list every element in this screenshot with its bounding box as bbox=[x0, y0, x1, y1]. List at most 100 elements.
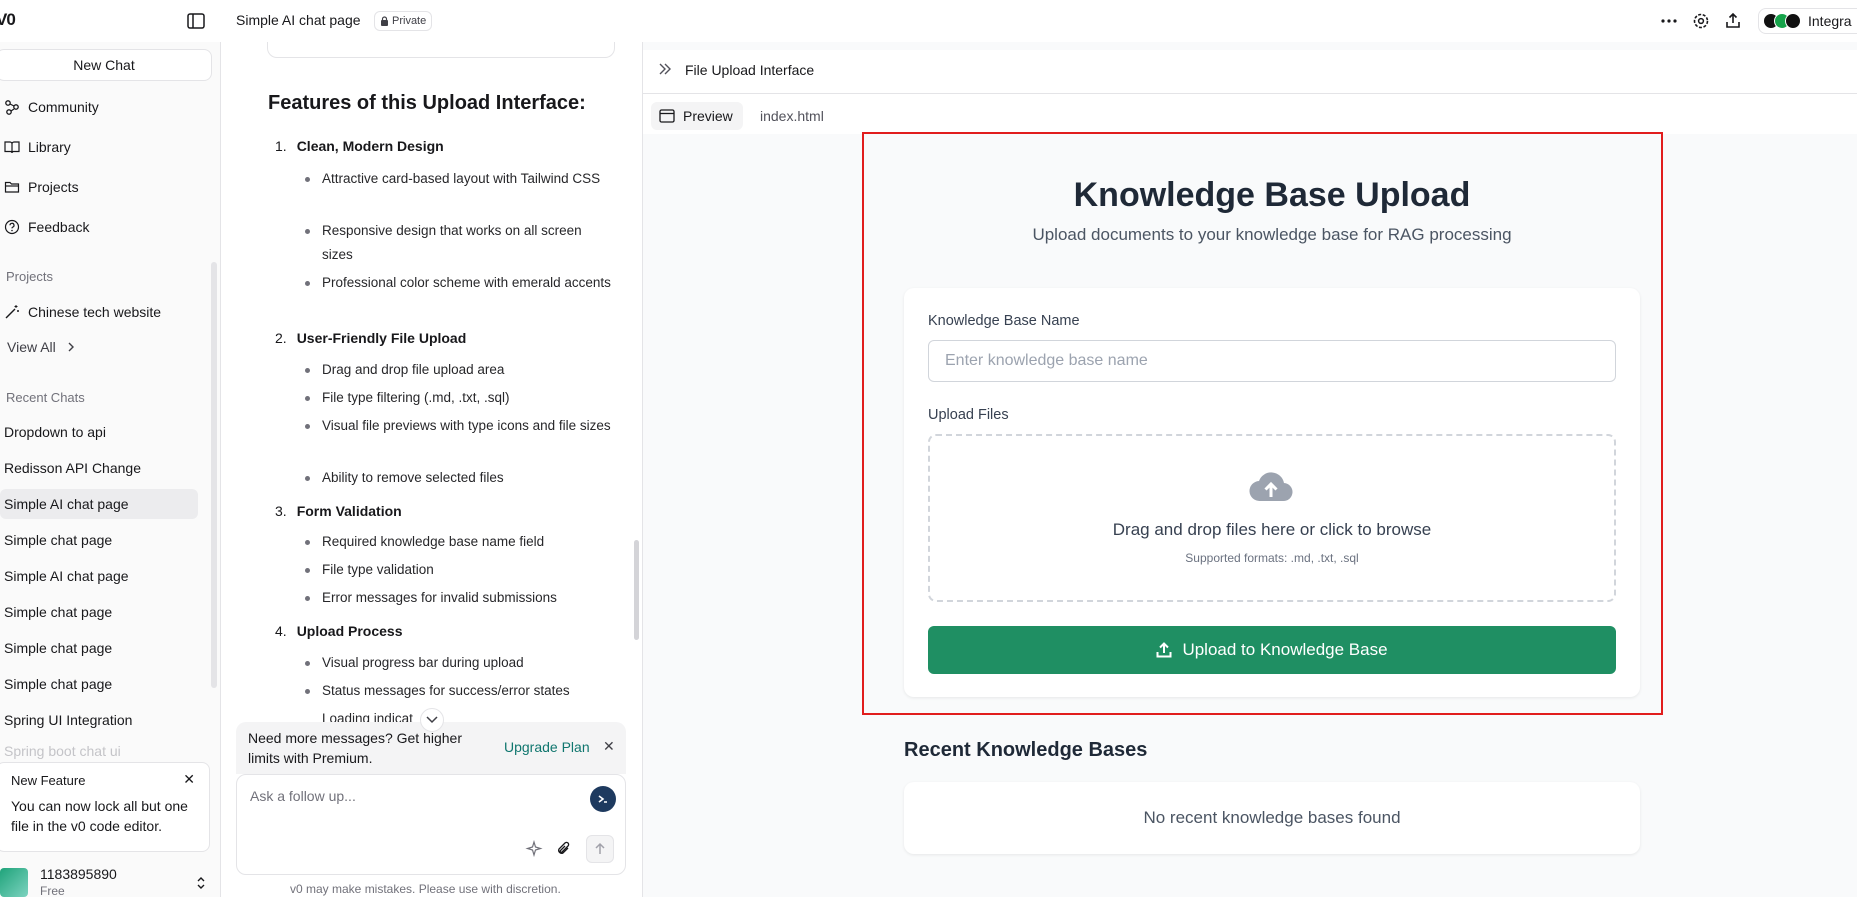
chat-scrollbar[interactable] bbox=[634, 540, 639, 640]
feature-bullet: Professional color scheme with emerald a… bbox=[305, 271, 612, 295]
recent-chat-item[interactable]: Redisson API Change bbox=[4, 453, 141, 483]
sidebar-scrollbar[interactable] bbox=[211, 262, 217, 688]
tab-index-html[interactable]: index.html bbox=[760, 108, 824, 124]
feature-bullet: Loading indicat bbox=[322, 707, 612, 723]
sidebar-item-projects[interactable]: Projects bbox=[0, 172, 79, 202]
folder-icon bbox=[4, 181, 20, 193]
section-title: Clean, Modern Design bbox=[296, 138, 444, 154]
book-icon bbox=[4, 141, 20, 154]
user-plan: Free bbox=[40, 884, 65, 897]
v0-logo[interactable]: V0 bbox=[0, 10, 16, 30]
feature-bullet: File type validation bbox=[305, 558, 612, 582]
sidebar-item-label: Projects bbox=[28, 179, 79, 195]
sidebar-project-item[interactable]: Chinese tech website bbox=[0, 297, 161, 327]
section-number: 2. bbox=[275, 330, 287, 346]
magic-wand-icon bbox=[5, 305, 19, 319]
new-feature-body: You can now lock all but one file in the… bbox=[11, 798, 188, 834]
tab-preview-label: Preview bbox=[683, 108, 733, 124]
preview-panel-title: File Upload Interface bbox=[685, 62, 815, 78]
integration-icons bbox=[1763, 13, 1801, 29]
recent-kb-heading: Recent Knowledge Bases bbox=[904, 739, 1148, 761]
new-chat-button[interactable]: New Chat bbox=[0, 49, 212, 81]
recent-chat-item-active[interactable]: Simple AI chat page bbox=[0, 489, 198, 519]
user-name[interactable]: 1183895890 bbox=[40, 866, 117, 882]
feature-bullet: Drag and drop file upload area bbox=[305, 358, 612, 382]
more-options-icon[interactable] bbox=[1660, 12, 1678, 30]
follow-up-input[interactable] bbox=[250, 788, 580, 804]
section-number: 4. bbox=[275, 623, 287, 639]
feature-section: 1. Clean, Modern Design bbox=[275, 138, 444, 154]
feature-bullet: Ability to remove selected files bbox=[305, 466, 612, 490]
recent-chat-item[interactable]: Dropdown to api bbox=[4, 417, 106, 447]
sidebar-toggle-icon[interactable] bbox=[186, 12, 206, 30]
feature-bullet: Visual file previews with type icons and… bbox=[305, 414, 612, 438]
chat-title[interactable]: Simple AI chat page bbox=[236, 12, 361, 28]
attach-icon[interactable] bbox=[555, 840, 573, 858]
feature-bullet: Error messages for invalid submissions bbox=[305, 586, 612, 610]
feature-bullet: Required knowledge base name field bbox=[305, 530, 612, 554]
close-icon[interactable]: ✕ bbox=[183, 771, 195, 788]
tab-preview[interactable]: Preview bbox=[651, 102, 743, 130]
section-title: User-Friendly File Upload bbox=[296, 330, 467, 346]
disclaimer-text: v0 may make mistakes. Please use with di… bbox=[290, 882, 561, 896]
projects-section-label: Projects bbox=[6, 269, 53, 284]
chevron-down-icon bbox=[426, 716, 438, 724]
section-title: Upload Process bbox=[296, 623, 403, 639]
recent-chat-item[interactable]: Simple chat page bbox=[4, 597, 112, 627]
close-icon[interactable]: ✕ bbox=[603, 738, 615, 755]
new-feature-title: New Feature bbox=[11, 773, 86, 788]
integrations-button[interactable]: Integra bbox=[1758, 8, 1857, 34]
new-feature-card: New Feature ✕ You can now lock all but o… bbox=[0, 762, 210, 852]
upgrade-plan-link[interactable]: Upgrade Plan bbox=[504, 739, 590, 755]
features-heading: Features of this Upload Interface: bbox=[268, 92, 586, 114]
chevron-right-icon bbox=[68, 342, 74, 352]
recent-chat-item[interactable]: Simple chat page bbox=[4, 633, 112, 663]
collapse-panel-icon[interactable] bbox=[658, 62, 672, 76]
private-label: Private bbox=[392, 15, 427, 27]
v0-assistant-icon[interactable] bbox=[590, 786, 616, 812]
recent-kb-empty: No recent knowledge bases found bbox=[1143, 808, 1401, 827]
sidebar-item-label: Community bbox=[28, 99, 99, 115]
preview-tab-bar bbox=[643, 94, 1857, 134]
recent-chat-item[interactable]: Simple chat page bbox=[4, 669, 112, 699]
recent-chat-item[interactable]: Simple chat page bbox=[4, 525, 112, 555]
community-icon bbox=[5, 100, 19, 115]
recent-chat-item[interactable]: Spring boot chat ui bbox=[4, 741, 121, 761]
feature-bullet: Responsive design that works on all scre… bbox=[305, 219, 612, 267]
sidebar-item-label: Library bbox=[28, 139, 71, 155]
feature-bullet: Visual progress bar during upload bbox=[305, 651, 612, 675]
sidebar-item-feedback[interactable]: Feedback bbox=[0, 212, 89, 242]
share-icon[interactable] bbox=[1724, 12, 1742, 30]
chevron-up-down-icon[interactable] bbox=[196, 876, 206, 890]
sparkle-icon[interactable] bbox=[525, 840, 543, 858]
browser-window-icon bbox=[659, 109, 675, 123]
private-badge[interactable]: Private bbox=[374, 11, 433, 31]
feature-bullet: Attractive card-based layout with Tailwi… bbox=[305, 167, 612, 191]
sidebar-item-community[interactable]: Community bbox=[0, 92, 99, 122]
recent-chat-item[interactable]: Simple AI chat page bbox=[4, 561, 129, 591]
section-number: 3. bbox=[275, 503, 287, 519]
recent-chats-label: Recent Chats bbox=[6, 390, 85, 405]
view-all-link[interactable]: View All bbox=[3, 332, 76, 362]
feature-section: 4. Upload Process bbox=[275, 623, 403, 639]
preview-header bbox=[643, 50, 1857, 94]
recent-chat-item[interactable]: Spring UI Integration bbox=[4, 705, 132, 735]
previous-card-edge bbox=[267, 42, 615, 58]
feature-bullet: File type filtering (.md, .txt, .sql) bbox=[305, 386, 612, 410]
integrations-label: Integra bbox=[1808, 13, 1852, 29]
view-all-label: View All bbox=[7, 339, 56, 355]
help-icon bbox=[4, 219, 20, 235]
arrow-up-icon bbox=[595, 842, 605, 854]
avatar[interactable] bbox=[0, 868, 28, 897]
upgrade-message: Need more messages? Get higher limits wi… bbox=[248, 730, 462, 766]
feature-section: 2. User-Friendly File Upload bbox=[275, 330, 466, 346]
section-number: 1. bbox=[275, 138, 287, 154]
lock-icon bbox=[381, 16, 388, 26]
settings-gear-icon[interactable] bbox=[1692, 12, 1710, 30]
feature-section: 3. Form Validation bbox=[275, 503, 402, 519]
sidebar-item-label: Feedback bbox=[28, 219, 90, 235]
highlight-box bbox=[862, 132, 1663, 715]
feature-bullet: Status messages for success/error states bbox=[305, 679, 612, 703]
send-button[interactable] bbox=[586, 835, 614, 863]
sidebar-item-library[interactable]: Library bbox=[0, 132, 71, 162]
